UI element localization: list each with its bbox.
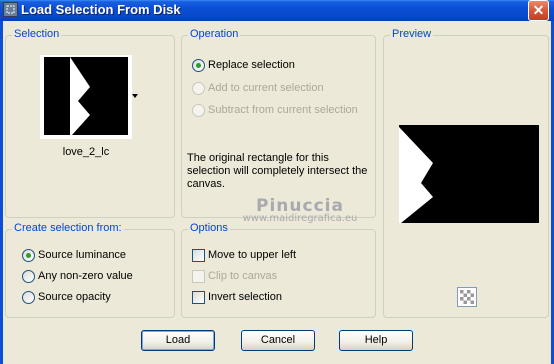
subtract-from-selection-radio[interactable]: [192, 104, 205, 117]
move-to-upper-left-label[interactable]: Move to upper left: [208, 249, 296, 261]
window-title: Load Selection From Disk: [21, 2, 181, 17]
source-luminance-label[interactable]: Source luminance: [38, 249, 126, 261]
watermark-sub: www.maidiregrafica.eu: [242, 213, 358, 224]
source-opacity-label[interactable]: Source opacity: [38, 291, 111, 303]
add-to-selection-radio[interactable]: [192, 82, 205, 95]
clip-to-canvas-label[interactable]: Clip to canvas: [208, 270, 277, 282]
watermark: Pinuccia www.maidiregrafica.eu: [225, 196, 375, 224]
checkerboard-icon[interactable]: [457, 287, 477, 307]
load-button[interactable]: Load: [141, 330, 215, 351]
selection-app-icon: [3, 2, 18, 17]
window-frame-left: [0, 21, 3, 364]
source-luminance-radio[interactable]: [22, 249, 35, 262]
selection-thumbnail[interactable]: [40, 55, 132, 139]
create-selection-group-label: Create selection from:: [12, 222, 124, 234]
options-group-label: Options: [188, 222, 230, 234]
subtract-from-selection-label[interactable]: Subtract from current selection: [208, 104, 358, 116]
move-to-upper-left-checkbox[interactable]: [192, 249, 205, 262]
any-non-zero-label[interactable]: Any non-zero value: [38, 270, 133, 282]
operation-note: The original rectangle for this selectio…: [187, 152, 368, 190]
preview-image: [399, 125, 539, 223]
preview-group-label: Preview: [390, 28, 434, 40]
invert-selection-label[interactable]: Invert selection: [208, 291, 282, 303]
selection-file-name: love_2_lc: [62, 146, 110, 158]
dropdown-arrow-icon[interactable]: [132, 94, 138, 98]
any-non-zero-radio[interactable]: [22, 270, 35, 283]
source-opacity-radio[interactable]: [22, 291, 35, 304]
selection-group-label: Selection: [12, 28, 62, 40]
close-button[interactable]: ✕: [528, 0, 549, 21]
replace-selection-label[interactable]: Replace selection: [208, 59, 295, 71]
operation-group-label: Operation: [188, 28, 241, 40]
cancel-button[interactable]: Cancel: [241, 330, 315, 351]
replace-selection-radio[interactable]: [192, 59, 205, 72]
help-button[interactable]: Help: [339, 330, 413, 351]
invert-selection-checkbox[interactable]: [192, 291, 205, 304]
title-bar[interactable]: Load Selection From Disk ✕: [0, 0, 554, 21]
add-to-selection-label[interactable]: Add to current selection: [208, 82, 324, 94]
clip-to-canvas-checkbox[interactable]: [192, 270, 205, 283]
